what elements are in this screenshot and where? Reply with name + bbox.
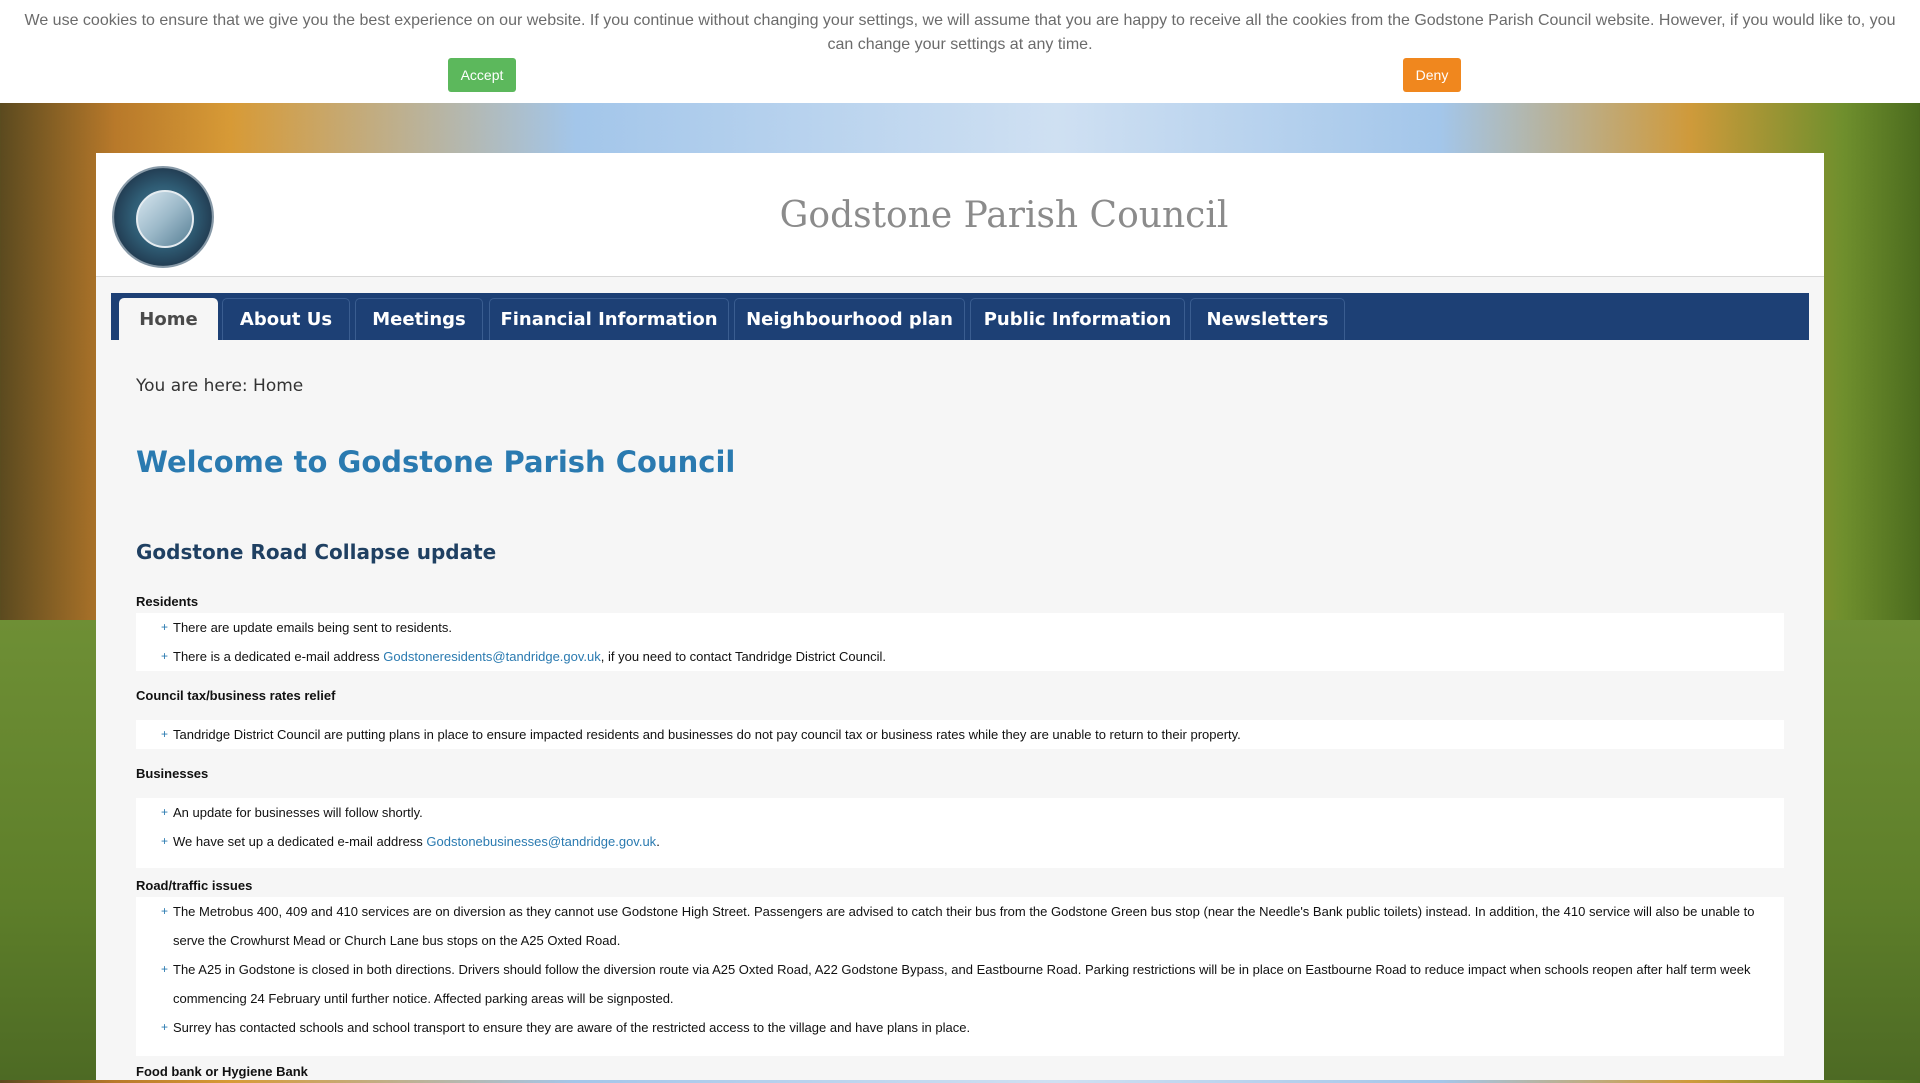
list-item-text: Surrey has contacted schools and school … [173, 1020, 971, 1035]
list-item-text: There is a dedicated e-mail address [173, 649, 384, 664]
list-item-text: An update for businesses will follow sho… [173, 805, 423, 820]
list-item-text: Tandridge District Council are putting p… [173, 727, 1241, 742]
road-traffic-list: + The Metrobus 400, 409 and 410 services… [136, 897, 1784, 1056]
cookie-message: We use cookies to ensure that we give yo… [24, 12, 1896, 53]
list-item-text: . [656, 834, 660, 849]
list-item: + The A25 in Godstone is closed in both … [136, 955, 1784, 1013]
plus-bullet-icon: + [161, 620, 169, 634]
nav-tab-about-us[interactable]: About Us [222, 298, 350, 340]
cookie-consent-bar: We use cookies to ensure that we give yo… [0, 0, 1920, 103]
deny-cookies-button[interactable]: Deny [1403, 58, 1461, 92]
businesses-list: + An update for businesses will follow s… [136, 798, 1784, 868]
article-content: Residents + There are update emails bein… [136, 590, 1784, 1083]
accept-cookies-button[interactable]: Accept [448, 58, 516, 92]
businesses-heading: Businesses [136, 766, 209, 781]
list-item: + Tandridge District Council are putting… [136, 720, 1784, 749]
list-item-text: There are update emails being sent to re… [173, 620, 452, 635]
residents-list: + There are update emails being sent to … [136, 613, 1784, 671]
page-title: Welcome to Godstone Parish Council [136, 445, 736, 479]
list-item: + There are update emails being sent to … [136, 613, 1784, 642]
residents-email-link[interactable]: Godstoneresidents@tandridge.gov.uk [383, 649, 600, 664]
council-tax-heading: Council tax/business rates relief [136, 688, 336, 703]
plus-bullet-icon: + [161, 1020, 169, 1034]
nav-tab-public-information[interactable]: Public Information [970, 298, 1185, 340]
nav-tab-meetings[interactable]: Meetings [355, 298, 483, 340]
plus-bullet-icon: + [161, 727, 169, 741]
businesses-email-link[interactable]: Godstonebusinesses@tandridge.gov.uk [426, 834, 656, 849]
plus-bullet-icon: + [161, 805, 169, 819]
breadcrumb-prefix: You are here: [136, 376, 254, 396]
plus-bullet-icon: + [161, 649, 169, 663]
plus-bullet-icon: + [161, 904, 169, 918]
list-item-text: We have set up a dedicated e-mail addres… [173, 834, 427, 849]
breadcrumb-current: Home [253, 376, 304, 396]
site-header: Godstone Parish Council [96, 153, 1824, 277]
list-item-text: The A25 in Godstone is closed in both di… [173, 962, 1751, 1006]
residents-heading: Residents [136, 594, 199, 609]
list-item-text: The Metrobus 400, 409 and 410 services a… [173, 904, 1755, 948]
site-container: Godstone Parish Council Home About Us Me… [96, 153, 1824, 1080]
main-nav: Home About Us Meetings Financial Informa… [111, 293, 1809, 340]
nav-tab-financial-information[interactable]: Financial Information [489, 298, 729, 340]
site-title: Godstone Parish Council [779, 195, 1229, 236]
nav-tab-home[interactable]: Home [119, 298, 218, 340]
plus-bullet-icon: + [161, 834, 169, 848]
list-item: + An update for businesses will follow s… [136, 798, 1784, 827]
list-item: + Surrey has contacted schools and schoo… [136, 1013, 1784, 1042]
council-tax-list: + Tandridge District Council are putting… [136, 720, 1784, 749]
plus-bullet-icon: + [161, 962, 169, 976]
section-title: Godstone Road Collapse update [136, 540, 497, 564]
list-item-text: , if you need to contact Tandridge Distr… [600, 649, 886, 664]
list-item: + The Metrobus 400, 409 and 410 services… [136, 897, 1784, 955]
list-item: + We have set up a dedicated e-mail addr… [136, 827, 1784, 856]
list-item: + There is a dedicated e-mail address Go… [136, 642, 1784, 671]
nav-tab-neighbourhood-plan[interactable]: Neighbourhood plan [734, 298, 965, 340]
nav-tab-newsletters[interactable]: Newsletters [1190, 298, 1345, 340]
breadcrumb: You are here: Home [136, 376, 303, 396]
road-traffic-heading: Road/traffic issues [136, 878, 253, 893]
